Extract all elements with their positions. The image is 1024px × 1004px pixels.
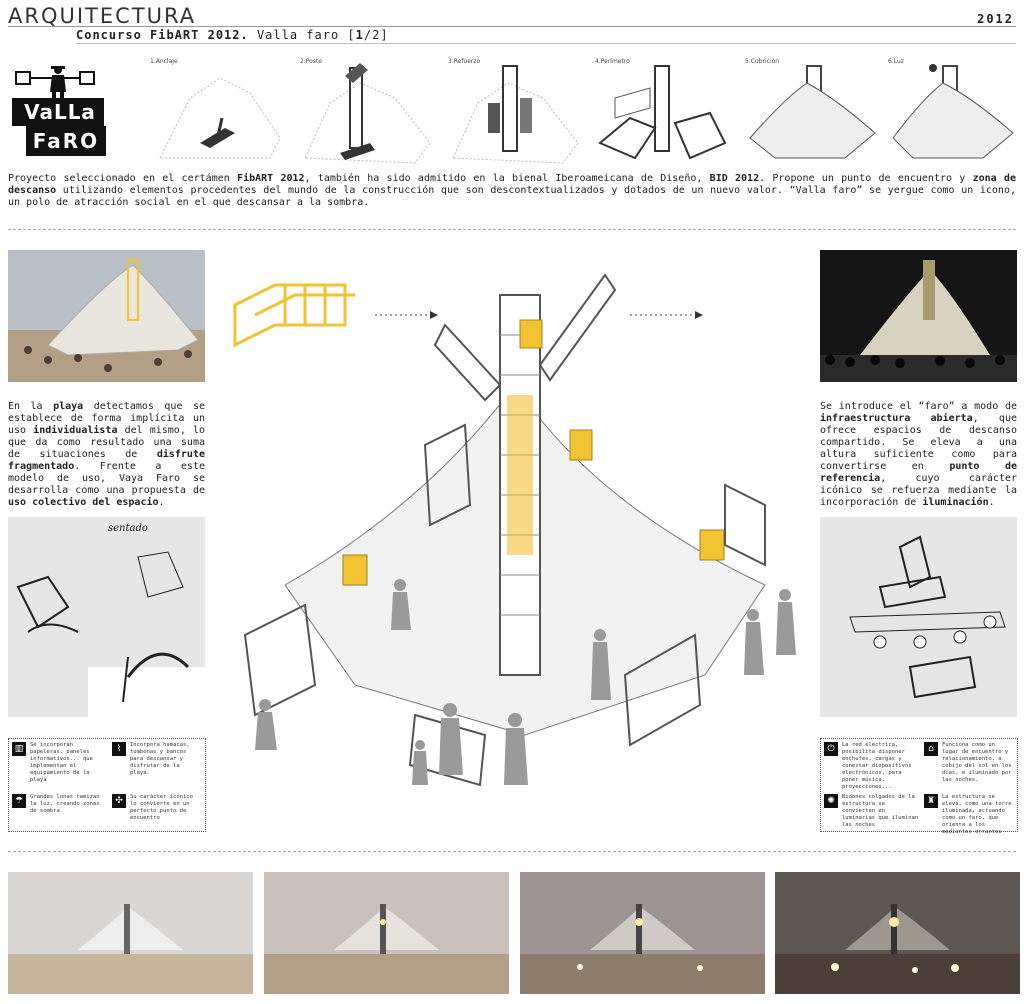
text: .: [158, 497, 165, 508]
sequence-photo-graphic: [8, 872, 253, 994]
sequence-photo-graphic: [775, 872, 1020, 994]
note-text: Bidones colgados de la estructura se con…: [842, 794, 919, 828]
intro-bold: BID 2012: [709, 173, 760, 184]
beach-photo-graphic: [8, 250, 205, 382]
sequence-photo-2: [264, 872, 509, 994]
step-drawing: [452, 65, 579, 164]
step-post: 2.Poste: [300, 58, 440, 168]
step-light: 6.Luz: [888, 58, 1024, 168]
note-text: Funciona como un lugar de encuentro y re…: [942, 742, 1012, 783]
divider: [8, 229, 1016, 230]
sketch-word: sentado: [108, 523, 148, 534]
note-text: La estructura se eleva, como una torre i…: [942, 794, 1012, 835]
intro-text: . Propone un punto de encuentro y: [759, 173, 973, 184]
step-perimeter: 4.Perímetro: [595, 58, 735, 168]
divider: [8, 851, 1016, 852]
step-reinforce: 3.Refuerzo: [448, 58, 588, 168]
hammock-icon: ⌇: [112, 742, 126, 756]
beach-sketch-graphic: [16, 551, 205, 717]
subtitle: Concurso FibART 2012. Valla faro [1/2]: [76, 28, 389, 42]
meeting-icon: ✣: [112, 794, 126, 808]
logo-text-top: VaLLa: [24, 100, 96, 124]
logo-text-bottom: FaRO: [32, 129, 100, 153]
note-text: Se incorporan papeleras, paneles informa…: [30, 742, 93, 783]
home-icon: ⌂: [924, 742, 938, 756]
sequence-photo-graphic: [520, 872, 765, 994]
beach-sketch: sentado: [8, 517, 205, 717]
intro-bold: FibART 2012: [237, 173, 305, 184]
note-text: La red eléctrica, posibilita disponer en…: [842, 742, 912, 790]
step-drawing: [304, 63, 431, 164]
plug-icon: ⏻: [824, 742, 838, 756]
trash-icon: ▥: [12, 742, 26, 756]
page-title: ARQUITECTURA: [8, 4, 197, 28]
step-label: 1.Anclaje: [150, 58, 178, 65]
subtitle-rule: [76, 43, 1016, 44]
axonometric-graphic: [233, 273, 796, 787]
step-label: 3.Refuerzo: [448, 58, 481, 65]
note-text: Su carácter icónico lo convierte en un p…: [130, 794, 193, 821]
intro-text: , también ha sido admitido en la bienal …: [304, 173, 710, 184]
meeting-sketch: [820, 517, 1017, 717]
step-drawing: [598, 65, 727, 160]
intro-text: Proyecto seleccionado en el certámen: [8, 173, 238, 184]
subtitle-contest: Concurso FibART 2012.: [76, 28, 249, 42]
intro-paragraph: Proyecto seleccionado en el certámen Fib…: [8, 173, 1016, 209]
step-drawing: [159, 77, 281, 159]
text-bold: individualista: [33, 425, 118, 436]
sequence-photo-graphic: [264, 872, 509, 994]
text-bold: uso colectivo del espacio: [8, 497, 159, 508]
text: .: [988, 497, 995, 508]
subtitle-project: Valla faro [: [248, 28, 356, 42]
beach-description: En la playa detectamos que se establece …: [8, 401, 205, 509]
night-photo: [820, 250, 1017, 382]
step-anchor: 1.Anclaje: [150, 58, 290, 168]
step-drawing: [749, 65, 876, 159]
text-bold: playa: [53, 401, 84, 412]
sequence-photo-3: [520, 872, 765, 994]
note-text: Incorpora hamacas, tumbonas y bancos par…: [130, 742, 190, 776]
tower-icon: ♜: [924, 794, 938, 808]
subtitle-total: /2]: [363, 28, 389, 42]
subtitle-page: 1: [355, 28, 364, 42]
bulb-icon: ✺: [824, 794, 838, 808]
night-description: Se introduce el “faro” a modo de infraes…: [820, 401, 1017, 509]
axonometric-drawing: [225, 255, 805, 795]
umbrella-icon: ☂: [12, 794, 26, 808]
text-bold: iluminación: [922, 497, 989, 508]
night-photo-graphic: [820, 250, 1017, 382]
header-rule: [8, 26, 1016, 27]
text-bold: infraestructura abierta: [820, 413, 973, 424]
note-text: Grandes lonas tamizan la luz, creando zo…: [30, 794, 100, 814]
step-cover: 5.Cubrición: [745, 58, 885, 168]
logo: VaLLa FaRO: [8, 60, 108, 160]
text: En la: [8, 401, 54, 412]
step-label: 5.Cubrición: [745, 58, 780, 65]
page-year: 2012: [977, 12, 1014, 26]
meeting-sketch-graphic: [849, 535, 1006, 699]
intro-text: utilizando elementos procedentes del mun…: [8, 185, 1016, 208]
step-drawing: [892, 64, 1014, 159]
step-label: 6.Luz: [888, 58, 904, 65]
step-label: 4.Perímetro: [595, 58, 630, 65]
beach-photo: [8, 250, 205, 382]
sequence-photo-4: [775, 872, 1020, 994]
text: Se introduce el “faro” a modo de: [820, 401, 1017, 412]
sequence-photo-1: [8, 872, 253, 994]
step-label: 2.Poste: [300, 58, 322, 65]
